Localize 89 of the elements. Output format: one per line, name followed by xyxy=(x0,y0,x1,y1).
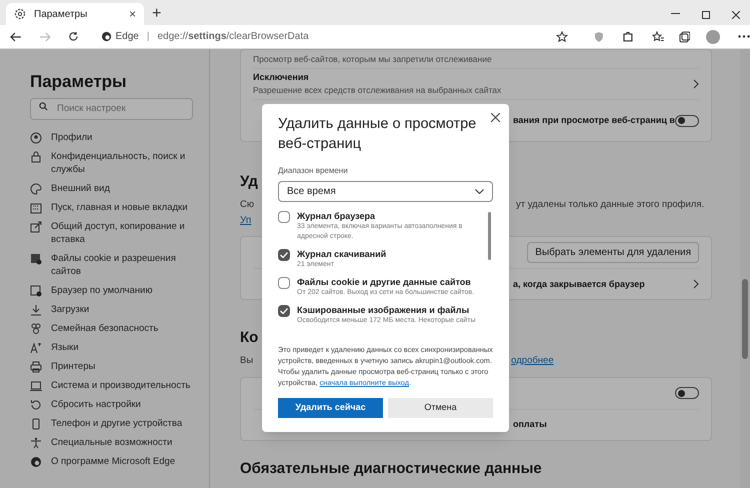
avatar[interactable] xyxy=(706,30,720,44)
checkbox-label: Журнал браузера xyxy=(297,210,376,222)
site-label: Edge xyxy=(116,30,139,44)
section-description: Вы xyxy=(240,354,254,368)
sidebar-item[interactable]: Сбросить настройки xyxy=(30,394,202,414)
checkbox-label: Файлы cookie и другие данные сайтов xyxy=(297,276,472,288)
checkbox-label: Кэшированные изображения и файлы xyxy=(297,304,470,316)
setting-description: Разрешение всех средств отслеживания на выбранных сайтах xyxy=(253,84,502,98)
chevron-down-icon xyxy=(475,189,484,194)
sidebar-item[interactable]: Профили xyxy=(30,128,202,146)
scrollbar-thumb[interactable] xyxy=(742,279,748,359)
setting-label: вания при просмотре веб-страниц в xyxy=(513,114,675,127)
checkbox[interactable] xyxy=(278,305,290,317)
dialog-title: Удалить данные о просмотре веб-страниц xyxy=(278,115,478,154)
sidebar-item[interactable]: Внешний вид xyxy=(30,178,202,198)
sidebar-item[interactable]: Загрузки xyxy=(30,300,202,318)
sidebar-item[interactable]: Общий доступ, копирование и вставка xyxy=(30,216,202,248)
learn-more-link[interactable]: одробнее xyxy=(511,354,554,368)
refresh-icon[interactable] xyxy=(68,31,78,42)
setting-label: а, когда закрывается браузер xyxy=(513,278,645,291)
setting-label: оплаты xyxy=(513,418,547,431)
palette-icon xyxy=(30,182,42,194)
more-icon[interactable] xyxy=(738,35,750,38)
sidebar-item[interactable]: Языки xyxy=(30,338,202,356)
separator: | xyxy=(146,30,150,44)
delete-now-button[interactable]: Удалить сейчас xyxy=(278,398,383,418)
family-icon xyxy=(30,322,42,334)
tab-title: Параметры xyxy=(34,8,88,22)
list-scrollbar[interactable] xyxy=(488,212,491,260)
checkbox[interactable] xyxy=(278,211,290,223)
sidebar-title: Параметры xyxy=(30,71,128,91)
section-description: Сю xyxy=(240,198,254,212)
checkmark-icon xyxy=(280,252,288,258)
laptop-icon xyxy=(30,380,42,392)
maximize-icon[interactable] xyxy=(702,11,710,19)
toggle-switch[interactable] xyxy=(675,387,699,399)
chevron-right-icon[interactable] xyxy=(693,279,699,290)
language-icon xyxy=(30,342,42,354)
section-heading: Обязательные диагностические данные xyxy=(240,458,542,478)
printer-icon xyxy=(30,360,42,372)
minimize-icon[interactable] xyxy=(671,13,680,15)
share-icon xyxy=(30,220,42,232)
manage-link[interactable]: Уп xyxy=(240,213,252,228)
section-heading: Уд xyxy=(240,172,258,192)
gear-icon xyxy=(14,8,26,20)
sidebar-item[interactable]: Телефон и другие устройства xyxy=(30,414,202,432)
sidebar-item[interactable]: Специальные возможности xyxy=(30,432,202,452)
toggle-switch[interactable] xyxy=(675,114,699,126)
sidebar-item[interactable]: О программе Microsoft Edge xyxy=(30,452,202,470)
sidebar-item[interactable]: Принтеры xyxy=(30,356,202,376)
sidebar-item[interactable]: Файлы cookie и разрешения сайтов xyxy=(30,248,202,280)
back-arrow-icon[interactable] xyxy=(10,32,22,42)
close-icon[interactable] xyxy=(491,113,500,122)
sidebar-item[interactable]: Браузер по умолчанию xyxy=(30,280,202,300)
setting-label: Исключения xyxy=(253,70,309,84)
select-items-button[interactable]: Выбрать элементы для удаления xyxy=(527,242,699,264)
search-field[interactable]: Поиск настроек xyxy=(30,98,193,120)
profile-icon xyxy=(30,132,42,144)
lock-icon xyxy=(30,150,42,162)
close-icon[interactable] xyxy=(732,11,740,19)
sidebar-item[interactable]: Система и производительность xyxy=(30,376,202,394)
sidebar-item[interactable]: Конфиденциальность, поиск и службы xyxy=(30,146,202,178)
sidebar-item[interactable]: Пуск, главная и новые вкладки xyxy=(30,198,202,216)
edge-logo-icon xyxy=(100,31,112,42)
phone-icon xyxy=(30,418,42,430)
favorites-star-icon[interactable] xyxy=(652,30,664,42)
checkbox-label: Журнал скачиваний xyxy=(297,248,386,260)
time-range-dropdown[interactable]: Все время xyxy=(278,181,493,202)
sidebar-item[interactable]: Семейная безопасность xyxy=(30,318,202,338)
section-description: ут удалены только данные этого профиля. xyxy=(516,198,704,212)
collections-icon[interactable] xyxy=(678,30,690,42)
edge-logo-icon xyxy=(30,456,42,468)
checkbox[interactable] xyxy=(278,277,290,289)
setting-description: Просмотр веб-сайтов, которым мы запретили отслеживание xyxy=(253,52,493,66)
accessibility-icon xyxy=(30,436,42,448)
section-heading: Ко xyxy=(240,328,258,348)
range-label: Диапазон времени xyxy=(278,166,349,176)
checkbox[interactable] xyxy=(278,249,290,261)
url-text: edge://settings/clearBrowserData xyxy=(157,30,310,44)
cancel-button[interactable]: Отмена xyxy=(388,398,493,418)
download-icon xyxy=(30,304,42,316)
grid-window-icon xyxy=(30,202,42,214)
checkmark-icon xyxy=(280,308,288,314)
new-tab-button[interactable]: + xyxy=(152,6,162,22)
chevron-right-icon[interactable] xyxy=(693,79,699,89)
search-icon xyxy=(39,102,48,111)
reset-icon xyxy=(30,398,42,410)
close-tab-button[interactable]: × xyxy=(128,5,136,23)
browser-tab[interactable]: Параметры × xyxy=(6,3,144,25)
